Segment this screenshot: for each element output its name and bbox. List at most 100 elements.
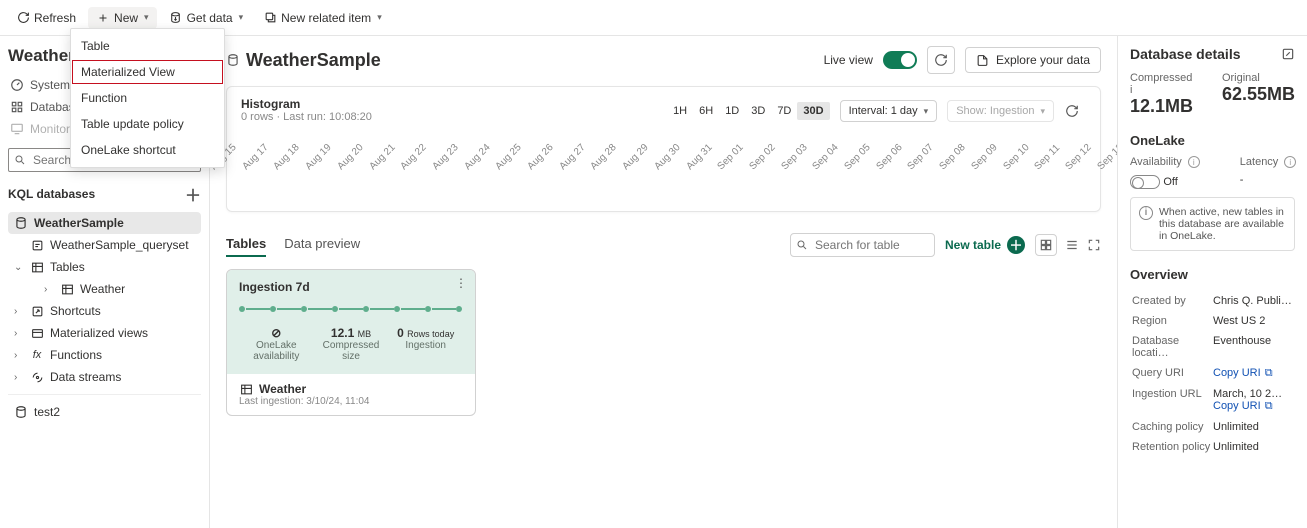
gauge-icon — [10, 78, 24, 92]
chevron-down-icon: ▾ — [924, 106, 929, 117]
card-metric-onelake: ⊘ OneLake availability — [239, 326, 314, 362]
refresh-main-button[interactable] — [927, 46, 955, 74]
tree-tables-label: Tables — [50, 260, 85, 274]
tree-matviews[interactable]: › Materialized views — [8, 322, 201, 344]
rows-label: Ingestion — [392, 340, 459, 351]
availability-toggle[interactable]: Off — [1130, 174, 1200, 189]
caching-value: Unlimited — [1213, 418, 1293, 436]
stream-icon — [30, 370, 44, 384]
card-more-button[interactable]: ⋮ — [455, 276, 467, 290]
range-button-3D[interactable]: 3D — [745, 102, 771, 120]
search-icon — [14, 154, 26, 166]
table-icon — [239, 382, 253, 396]
explore-data-button[interactable]: Explore your data — [965, 47, 1101, 73]
rows-value: 0 — [397, 326, 404, 340]
onelake-section-title: OneLake — [1130, 133, 1295, 148]
tree-tables[interactable]: ⌄ Tables — [8, 256, 201, 278]
tree-shortcuts[interactable]: › Shortcuts — [8, 300, 201, 322]
kv-caching: Caching policy Unlimited — [1132, 418, 1293, 436]
ingestion-url-label: Ingestion URL — [1132, 385, 1211, 416]
new-menu-item-function[interactable]: Function — [71, 85, 224, 111]
info-icon[interactable]: i — [1188, 156, 1200, 168]
card-metric-rows: 0 Rows today Ingestion — [388, 326, 463, 362]
expand-panel-button[interactable] — [1281, 47, 1295, 61]
query-uri-link[interactable]: Copy URI — [1213, 367, 1261, 379]
range-button-6H[interactable]: 6H — [693, 102, 719, 120]
chevron-right-icon: › — [14, 306, 24, 317]
refresh-icon — [16, 11, 30, 25]
live-view-toggle[interactable] — [883, 51, 917, 69]
ingestion-url-prefix: March, 10 2… — [1213, 388, 1282, 400]
refresh-label: Refresh — [34, 11, 76, 25]
onelake-notice: i When active, new tables in this databa… — [1130, 197, 1295, 251]
new-menu-item-table-update-policy[interactable]: Table update policy — [71, 111, 224, 137]
notice-text: When active, new tables in this database… — [1159, 206, 1284, 242]
tree-queryset[interactable]: WeatherSample_queryset — [8, 234, 201, 256]
table-icon — [60, 282, 74, 296]
table-card-weather[interactable]: ⋮ Ingestion 7d ⊘ OneLake availability 12… — [226, 269, 476, 416]
histogram-x-axis: Aug 15Aug 17Aug 18Aug 19Aug 20Aug 21Aug … — [241, 151, 1086, 197]
range-button-30D[interactable]: 30D — [797, 102, 829, 120]
refresh-histogram-button[interactable] — [1058, 97, 1086, 125]
original-value: 62.55MB — [1222, 84, 1295, 105]
tree-table-weather-label: Weather — [80, 282, 125, 296]
tree-table-weather[interactable]: › Weather — [8, 278, 201, 300]
tab-tables[interactable]: Tables — [226, 232, 266, 257]
new-menu-item-materialized-view[interactable]: Materialized View — [71, 59, 224, 85]
new-button[interactable]: New ▾ — [88, 7, 157, 29]
tree-datastreams[interactable]: › Data streams — [8, 366, 201, 388]
kv-region: Region West US 2 — [1132, 312, 1293, 330]
refresh-button[interactable]: Refresh — [8, 7, 84, 29]
new-label: New — [114, 11, 138, 25]
compressed-label: Compressed — [1130, 72, 1192, 84]
size-value: 12.1 — [331, 326, 354, 340]
avail-value: Off — [1163, 176, 1177, 188]
matview-icon — [30, 326, 44, 340]
chevron-right-icon: › — [14, 328, 24, 339]
new-table-label: New table — [945, 238, 1001, 252]
retention-value: Unlimited — [1213, 438, 1293, 456]
metric-original: Original 62.55MB — [1222, 72, 1295, 117]
range-button-7D[interactable]: 7D — [771, 102, 797, 120]
info-icon[interactable]: i — [1130, 84, 1132, 96]
copy-icon[interactable]: ⧉ — [1265, 367, 1273, 379]
list-view-button[interactable] — [1065, 238, 1079, 252]
range-button-1H[interactable]: 1H — [667, 102, 693, 120]
tree-db-weathersample[interactable]: WeatherSample — [8, 212, 201, 234]
tab-data-preview[interactable]: Data preview — [284, 232, 360, 257]
new-related-label: New related item — [281, 11, 371, 25]
get-data-button[interactable]: Get data ▾ — [161, 7, 252, 29]
search-icon — [796, 239, 808, 251]
fullscreen-button[interactable] — [1087, 238, 1101, 252]
ingestion-url-link[interactable]: Copy URI — [1213, 400, 1261, 412]
latency-value: - — [1240, 174, 1297, 186]
info-icon[interactable]: i — [1284, 156, 1296, 168]
new-related-button[interactable]: New related item ▾ — [255, 7, 390, 29]
top-toolbar: Refresh New ▾ Get data ▾ New related ite… — [0, 0, 1307, 36]
region-label: Region — [1132, 312, 1211, 330]
interval-select[interactable]: Interval: 1 day ▾ — [840, 100, 938, 122]
new-menu-item-onelake-shortcut[interactable]: OneLake shortcut — [71, 137, 224, 163]
table-search — [790, 233, 935, 257]
chevron-right-icon: › — [14, 372, 24, 383]
created-by-value: Chris Q. Public, March 10, t… — [1213, 295, 1293, 307]
card-table-name: Weather — [239, 382, 463, 396]
card-sparkline — [239, 306, 463, 312]
add-database-button[interactable]: ＋ — [185, 182, 201, 206]
copy-icon[interactable]: ⧉ — [1265, 400, 1273, 412]
new-dropdown: TableMaterialized ViewFunctionTable upda… — [70, 28, 225, 168]
new-menu-item-table[interactable]: Table — [71, 33, 224, 59]
tree-db-test2[interactable]: test2 — [8, 401, 201, 423]
tree-db-test2-label: test2 — [34, 405, 60, 419]
chevron-down-icon: ▾ — [1040, 106, 1045, 117]
table-search-input[interactable] — [790, 233, 935, 257]
right-panel: Database details Compressed i 12.1MB Ori… — [1117, 36, 1307, 528]
range-button-1D[interactable]: 1D — [719, 102, 745, 120]
tree-functions[interactable]: › fx Functions — [8, 344, 201, 366]
main-content: WeatherSample Live view Explore your dat… — [210, 36, 1117, 528]
database-icon — [226, 53, 240, 67]
grid-view-button[interactable] — [1035, 234, 1057, 256]
plus-circle-icon: ＋ — [1007, 236, 1025, 254]
location-label: Database locati… — [1132, 332, 1211, 362]
new-table-button[interactable]: New table ＋ — [945, 236, 1025, 254]
